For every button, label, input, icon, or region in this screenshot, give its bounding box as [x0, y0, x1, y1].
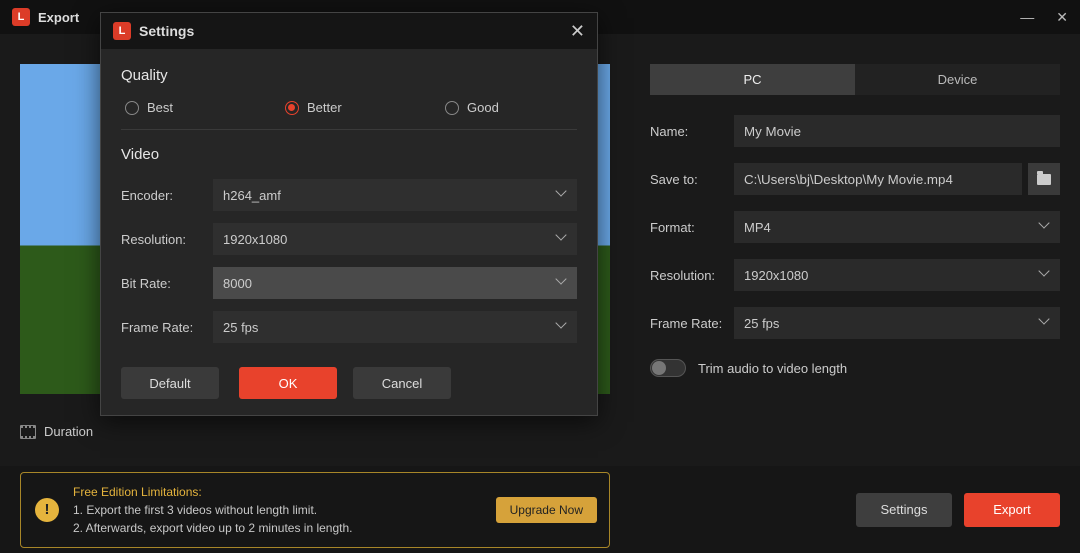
ok-button[interactable]: OK — [239, 367, 337, 399]
device-tabs: PC Device — [650, 64, 1060, 95]
resolution-select[interactable]: 1920x1080 — [734, 259, 1060, 291]
export-button[interactable]: Export — [964, 493, 1060, 527]
app-icon: L — [12, 8, 30, 26]
quality-good-option[interactable]: Good — [445, 100, 575, 115]
film-icon — [20, 425, 36, 439]
encoder-select[interactable]: h264_amf — [213, 179, 577, 211]
tab-device[interactable]: Device — [855, 64, 1060, 95]
info-icon: ! — [35, 498, 59, 522]
trim-audio-toggle[interactable] — [650, 359, 686, 377]
format-value: MP4 — [744, 220, 771, 235]
settings-button[interactable]: Settings — [856, 493, 952, 527]
modal-framerate-value: 25 fps — [223, 320, 258, 335]
format-label: Format: — [650, 220, 734, 235]
limitations-banner: ! Free Edition Limitations: 1. Export th… — [20, 472, 610, 548]
settings-modal: L Settings ✕ Quality Best Better Good — [100, 12, 598, 416]
chevron-down-icon — [557, 234, 567, 244]
modal-resolution-select[interactable]: 1920x1080 — [213, 223, 577, 255]
trim-audio-label: Trim audio to video length — [698, 361, 847, 376]
close-button[interactable]: ✕ — [1056, 10, 1068, 24]
modal-resolution-label: Resolution: — [121, 232, 213, 247]
quality-radio-group: Best Better Good — [121, 100, 577, 115]
resolution-value: 1920x1080 — [744, 268, 808, 283]
quality-better-label: Better — [307, 100, 342, 115]
chevron-down-icon — [557, 278, 567, 288]
modal-close-button[interactable]: ✕ — [570, 22, 585, 40]
quality-best-option[interactable]: Best — [125, 100, 255, 115]
chevron-down-icon — [1040, 318, 1050, 328]
radio-icon — [285, 101, 299, 115]
quality-good-label: Good — [467, 100, 499, 115]
framerate-label: Frame Rate: — [650, 316, 734, 331]
radio-icon — [445, 101, 459, 115]
framerate-value: 25 fps — [744, 316, 779, 331]
modal-framerate-label: Frame Rate: — [121, 320, 213, 335]
chevron-down-icon — [1040, 270, 1050, 280]
chevron-down-icon — [1040, 222, 1050, 232]
tab-pc[interactable]: PC — [650, 64, 855, 95]
upgrade-button[interactable]: Upgrade Now — [496, 497, 597, 523]
encoder-label: Encoder: — [121, 188, 213, 203]
bitrate-select[interactable]: 8000 — [213, 267, 577, 299]
saveto-input[interactable] — [734, 163, 1022, 195]
bitrate-value: 8000 — [223, 276, 252, 291]
cancel-button[interactable]: Cancel — [353, 367, 451, 399]
saveto-label: Save to: — [650, 172, 734, 187]
bitrate-label: Bit Rate: — [121, 276, 213, 291]
modal-title: Settings — [139, 23, 194, 39]
video-heading: Video — [121, 146, 577, 163]
quality-heading: Quality — [121, 67, 577, 84]
name-label: Name: — [650, 124, 734, 139]
duration-label: Duration — [44, 424, 93, 439]
bottom-bar: ! Free Edition Limitations: 1. Export th… — [0, 466, 1080, 553]
browse-folder-button[interactable] — [1028, 163, 1060, 195]
modal-framerate-select[interactable]: 25 fps — [213, 311, 577, 343]
limitations-title: Free Edition Limitations: — [73, 483, 353, 501]
limitations-line2: 2. Afterwards, export video up to 2 minu… — [73, 519, 353, 537]
quality-better-option[interactable]: Better — [285, 100, 415, 115]
chevron-down-icon — [557, 322, 567, 332]
default-button[interactable]: Default — [121, 367, 219, 399]
folder-icon — [1037, 174, 1051, 185]
quality-best-label: Best — [147, 100, 173, 115]
format-select[interactable]: MP4 — [734, 211, 1060, 243]
modal-resolution-value: 1920x1080 — [223, 232, 287, 247]
limitations-line1: 1. Export the first 3 videos without len… — [73, 501, 353, 519]
name-input[interactable] — [734, 115, 1060, 147]
framerate-select[interactable]: 25 fps — [734, 307, 1060, 339]
window-title: Export — [38, 10, 79, 25]
app-icon: L — [113, 22, 131, 40]
chevron-down-icon — [557, 190, 567, 200]
encoder-value: h264_amf — [223, 188, 281, 203]
radio-icon — [125, 101, 139, 115]
resolution-label: Resolution: — [650, 268, 734, 283]
export-window: L Export — ✕ Duration PC Device Name: S — [0, 0, 1080, 553]
export-options-panel: PC Device Name: Save to: Format: MP4 — [650, 64, 1060, 377]
divider — [121, 129, 577, 130]
minimize-button[interactable]: — — [1020, 10, 1034, 24]
